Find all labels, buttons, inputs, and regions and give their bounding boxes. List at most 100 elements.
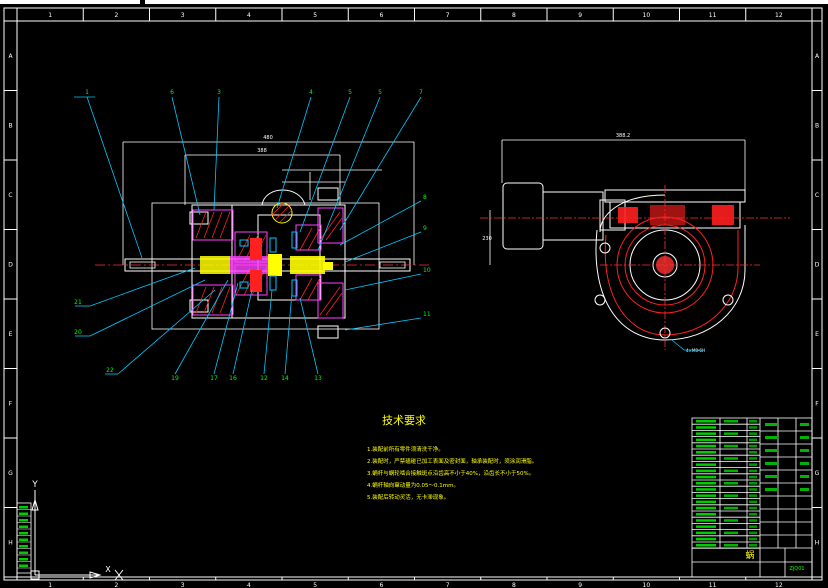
title-block-entry	[749, 451, 757, 454]
title-block-entry	[749, 500, 757, 504]
callout-number: 16	[229, 375, 237, 382]
column-number: 4	[247, 12, 251, 19]
dimension-right-width: 388.2	[616, 133, 630, 139]
strip-entry	[19, 545, 28, 548]
title-block-entry	[749, 513, 757, 516]
title-block-entry	[696, 457, 716, 460]
title-block-entry	[765, 488, 777, 491]
title-block-entry	[696, 482, 716, 485]
ucs-x-label: X	[105, 565, 111, 574]
row-letter: F	[815, 400, 819, 407]
column-number: 3	[181, 582, 185, 588]
title-block-entry	[749, 494, 757, 497]
title-block-entry	[696, 463, 716, 466]
title-block-entry	[696, 519, 716, 522]
title-block-entry	[724, 506, 738, 510]
title-block-entry	[724, 457, 738, 460]
tech-req-items: 1.装配前所有零件须清洗干净。 2.装配时，严禁磕碰已加工表面及密封面，轴承装配时…	[367, 445, 537, 501]
strip-entry	[19, 564, 28, 567]
title-block-entry	[696, 525, 716, 528]
title-block-entry	[696, 469, 716, 473]
title-block-entry	[696, 544, 716, 547]
row-letter: E	[9, 331, 13, 338]
column-number: 9	[578, 582, 582, 588]
title-block-name: 蜗	[745, 550, 754, 561]
column-number: 8	[512, 582, 516, 588]
title-block-entry	[749, 482, 757, 485]
strip-entry	[19, 538, 28, 541]
side-view	[480, 139, 790, 351]
tech-req-item: 5.装配后转动灵活，无卡滞现象。	[367, 493, 449, 501]
title-block-entry	[696, 426, 716, 429]
title-block-entry	[724, 469, 738, 473]
callout-labels: 1 6 3 4 5 5 789101121202219 17 16 12 14 13480388388…	[74, 89, 705, 382]
callout-number: 8	[423, 194, 427, 201]
row-letter: D	[815, 261, 820, 268]
callout-number: 3	[217, 89, 221, 96]
column-number: 5	[313, 12, 317, 19]
title-block-entry	[724, 544, 738, 547]
strip-entry	[19, 551, 28, 554]
column-numbers: 112233445566778899101011111212	[48, 12, 783, 588]
row-letter: B	[815, 122, 819, 129]
title-block-entry	[696, 420, 716, 423]
row-letter: H	[8, 539, 13, 546]
callout-number: 5	[378, 89, 382, 96]
callout-number: 20	[74, 329, 82, 336]
row-letter: H	[815, 539, 820, 546]
title-block-entry	[696, 444, 716, 448]
strip-entry	[19, 532, 28, 535]
column-number: 3	[181, 12, 185, 19]
strip-entry	[19, 512, 28, 515]
column-number: 4	[247, 582, 251, 588]
title-block-entry	[749, 438, 757, 442]
callout-number: 14	[281, 375, 289, 382]
callout-number: 22	[106, 367, 114, 374]
column-number: 11	[709, 582, 717, 588]
title-block-entry	[696, 475, 716, 479]
callout-number: 21	[74, 299, 82, 306]
strip-entry	[19, 558, 28, 561]
column-number: 8	[512, 12, 516, 19]
tech-requirements: 技术要求 1.装配前所有零件须清洗干净。 2.装配时，严禁磕碰已加工表面及密封面，…	[367, 414, 537, 501]
strip-entry	[19, 525, 28, 528]
title-block-entry	[749, 475, 757, 479]
title-block-entry	[749, 519, 757, 522]
title-block-entry	[765, 449, 777, 452]
callout-number: 1	[85, 89, 89, 96]
title-block-entry	[696, 531, 716, 535]
row-letter: B	[8, 122, 12, 129]
title-block-entry	[724, 494, 738, 497]
row-letter: G	[815, 470, 820, 477]
title-block-entry	[765, 423, 777, 426]
title-block-entry	[749, 457, 757, 460]
title-block-entry	[800, 423, 809, 426]
dimension-bolt-note: 4×M8-6H	[686, 348, 705, 353]
title-block-entry	[765, 475, 777, 478]
title-block-entry	[724, 482, 738, 485]
title-block-entry	[724, 519, 738, 522]
column-number: 7	[446, 582, 450, 588]
title-block-entry	[724, 444, 738, 448]
row-letter: D	[8, 261, 13, 268]
tech-req-item: 3.蜗杆与蜗轮啮合接触斑点沿齿高不小于40%，沿齿长不小于50%。	[367, 469, 534, 477]
title-block-entry	[696, 506, 716, 510]
section-view	[95, 141, 430, 339]
dimension-inner: 388	[257, 148, 267, 154]
title-block-entry	[800, 488, 809, 491]
title-block-entry	[696, 451, 716, 454]
column-number: 6	[379, 12, 383, 19]
column-number: 11	[709, 12, 717, 19]
column-number: 12	[775, 582, 783, 588]
title-block-entry	[800, 475, 809, 478]
title-block-entry	[749, 426, 757, 429]
column-number: 12	[775, 12, 783, 19]
callout-number: 9	[423, 225, 427, 232]
drawing-canvas[interactable]: 112233445566778899101011111212 A AB BC CD DE…	[0, 0, 828, 588]
ucs-y-label: Y	[31, 480, 38, 490]
title-block-entry	[749, 506, 757, 510]
title-block-entry	[696, 488, 716, 491]
tech-req-item: 2.装配时，严禁磕碰已加工表面及密封面，轴承装配时，须涂润滑脂。	[367, 457, 537, 465]
callout-number: 13	[314, 375, 322, 382]
strip-entry	[19, 506, 28, 509]
